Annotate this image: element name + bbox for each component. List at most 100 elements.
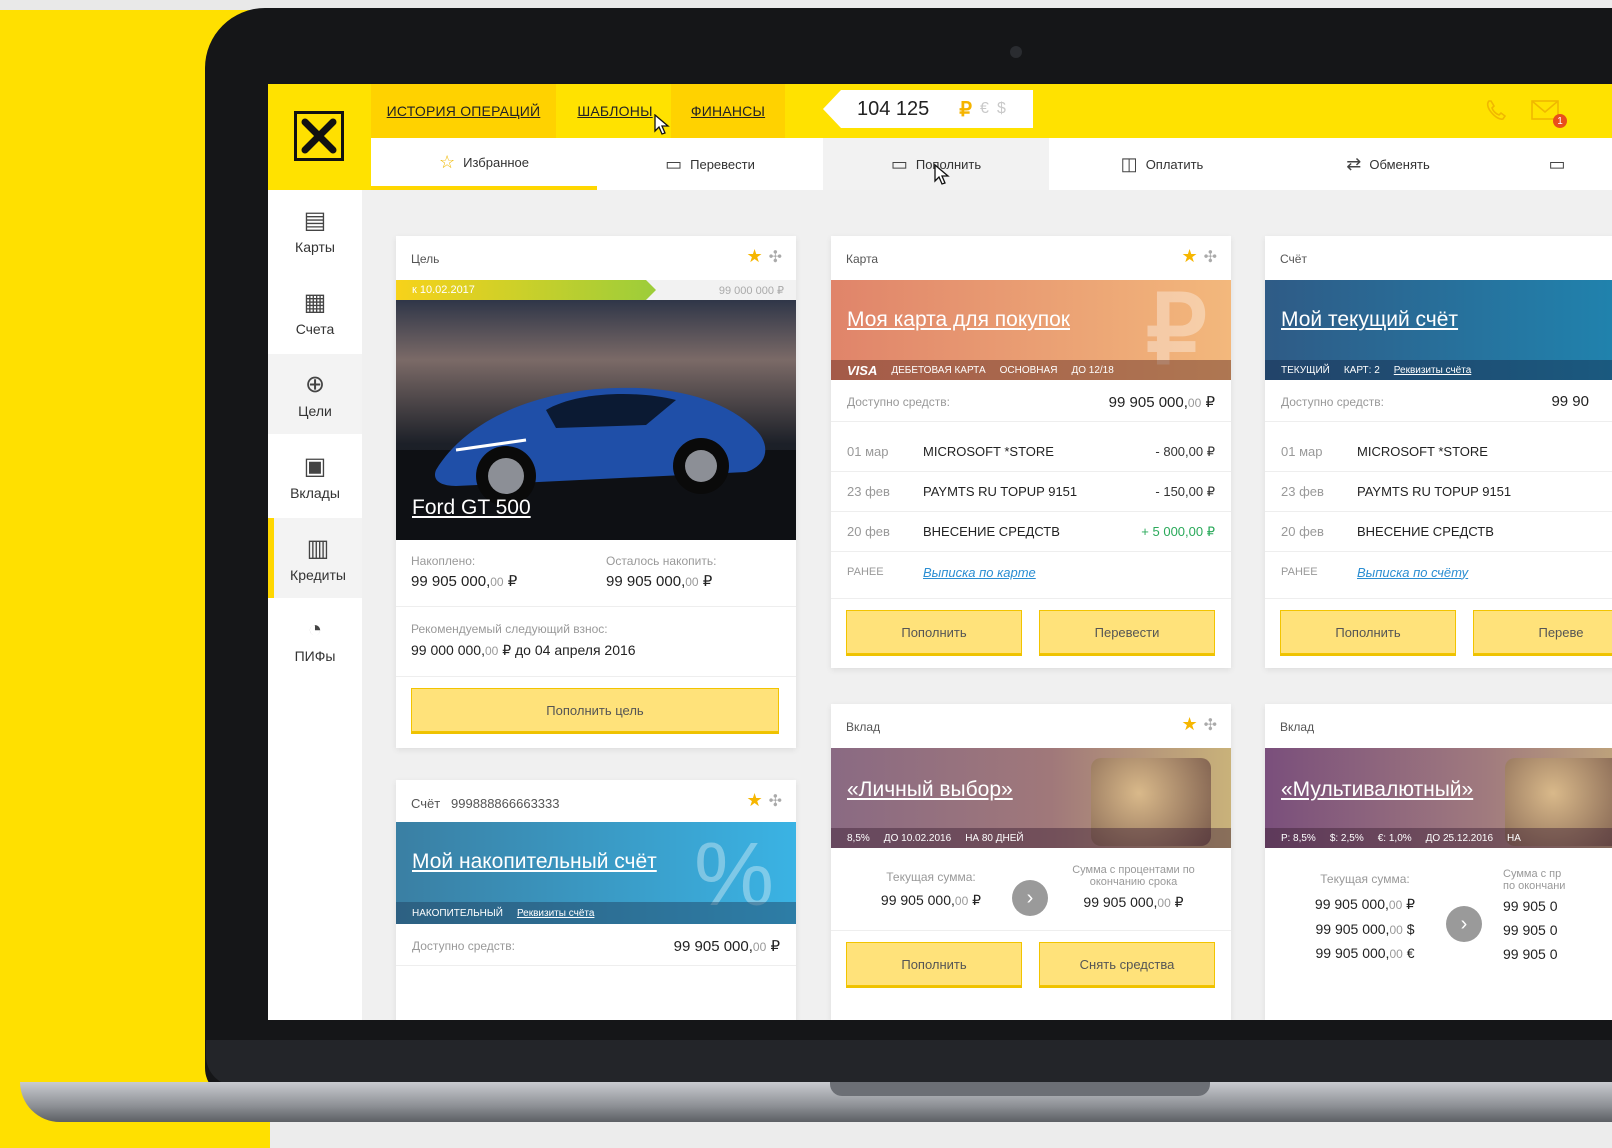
savings-banner[interactable]: % Мой накопительный счёт накопительный Р… <box>396 822 796 924</box>
deposit-banner[interactable]: «Личный выбор» 8,5% ДО 10.02.2016 НА 80 ДН… <box>831 748 1231 848</box>
sidebar-item-deposits[interactable]: ▣ Вклады <box>268 436 362 516</box>
card-tools: ★ ✣ <box>1181 246 1217 267</box>
favorite-star-icon[interactable]: ★ <box>746 246 762 266</box>
transaction-row[interactable]: 23 фев PAYMTS RU TOPUP 9151- 150,00 ₽ <box>831 472 1231 512</box>
requisites-link[interactable]: Реквизиты счёта <box>1394 365 1471 376</box>
card-banner[interactable]: ₽ Моя карта для покупок VISA ДЕБЕТОВАЯ К… <box>831 280 1231 380</box>
transaction-row[interactable]: 01 мар MICROSOFT *STORE <box>1265 432 1612 472</box>
recommended-value: 99 000 000,00 ₽ до 04 апреля 2016 <box>411 642 636 658</box>
card-strip: VISA ДЕБЕТОВАЯ КАРТА ОСНОВНАЯ ДО 12/18 <box>831 360 1231 380</box>
statement-icon: ▭ <box>1548 153 1566 174</box>
goal-target: 99 000 000 ₽ <box>718 285 784 297</box>
cards-icon: ▤ <box>303 206 327 234</box>
requisites-link[interactable]: Реквизиты счёта <box>517 908 594 919</box>
sidebar-item-goals[interactable]: ⊕ Цели <box>268 354 362 434</box>
end-sum-block: Сумма с процентами по окончанию срока 99… <box>1036 860 1231 911</box>
withdraw-button[interactable]: Снять средства <box>1039 942 1215 986</box>
drag-handle-icon[interactable]: ✣ <box>769 793 782 810</box>
account-statement-link[interactable]: Выписка по счёту <box>1357 565 1468 580</box>
goal-progress: к 10.02.2017 99 000 000 ₽ <box>396 280 796 300</box>
transaction-row[interactable]: 23 фев PAYMTS RU TOPUP 9151 <box>1265 472 1612 512</box>
available-label: Доступно средств: <box>1281 394 1384 409</box>
action-more[interactable]: ▭ <box>1501 138 1612 190</box>
favorite-star-icon[interactable]: ★ <box>1181 246 1197 266</box>
saved-label: Накоплено: <box>411 554 476 568</box>
action-pay[interactable]: ◫ Оплатить <box>1049 138 1275 190</box>
drag-handle-icon[interactable]: ✣ <box>1204 717 1217 734</box>
deposit2-banner[interactable]: «Мультивалютный» Р: 8,5% $: 2,5% €: 1,0% ДО… <box>1265 748 1612 848</box>
deposits-icon: ▣ <box>303 452 327 480</box>
tab-history[interactable]: ИСТОРИЯ ОПЕРАЦИЙ <box>371 84 556 138</box>
chevron-right-icon[interactable]: › <box>1446 906 1482 942</box>
transaction-row[interactable]: 20 фев ВНЕСЕНИЕ СРЕДСТВ + 5 000,00 ₽ <box>831 512 1231 552</box>
goal-image[interactable]: Ford GT 500 <box>396 300 796 540</box>
deposit-topup-button[interactable]: Пополнить <box>846 942 1022 986</box>
drag-handle-icon[interactable]: ✣ <box>769 249 782 266</box>
star-icon: ☆ <box>438 151 456 172</box>
phone-icon[interactable] <box>1483 98 1509 130</box>
savings-title[interactable]: Мой накопительный счёт <box>412 850 657 874</box>
statement-row: РАНЕЕ Выписка по карте <box>831 552 1231 592</box>
sidebar-item-accounts[interactable]: ▦ Счета <box>268 272 362 352</box>
current-sum-value: 99 905 000,00 ₽ <box>880 892 982 908</box>
topup-goal-button[interactable]: Пополнить цель <box>411 688 779 732</box>
recommended-block: Рекомендуемый следующий взнос: 99 000 00… <box>411 622 636 659</box>
tab-templates[interactable]: ШАБЛОНЫ <box>561 84 669 138</box>
sidebar-item-label: Счета <box>295 320 335 337</box>
sum-eur: 99 905 000,00 € <box>1315 945 1415 961</box>
current-sum-label: Текущая сумма: <box>886 870 976 884</box>
sidebar-item-funds[interactable]: ◔ ПИФы <box>268 600 362 680</box>
card-title[interactable]: Моя карта для покупок <box>847 308 1070 332</box>
current-title[interactable]: Мой текущий счёт <box>1281 308 1458 332</box>
divider <box>831 930 1231 931</box>
account-transfer-button[interactable]: Переве <box>1473 610 1612 654</box>
bank-card-card: Карта ★ ✣ ₽ Моя карта для покупок VISA ДЕ… <box>831 236 1231 668</box>
card-main: ОСНОВНАЯ <box>999 364 1058 376</box>
currency-rub[interactable]: ₽ <box>959 97 972 122</box>
transaction-row[interactable]: 20 фев ВНЕСЕНИЕ СРЕДСТВ <box>1265 512 1612 552</box>
tab-finance[interactable]: ФИНАНСЫ <box>671 84 785 138</box>
sidebar-item-cards[interactable]: ▤ Карты <box>268 190 362 270</box>
action-favorites[interactable]: ☆ Избранное <box>371 138 597 190</box>
card-kind: ДЕБЕТОВАЯ КАРТА <box>891 364 986 376</box>
current-banner[interactable]: Мой текущий счёт ТЕКУЩИЙ КАРТ: 2 Реквизиты… <box>1265 280 1612 380</box>
accounts-icon: ▦ <box>303 288 327 316</box>
currency-eur[interactable]: € <box>980 100 989 118</box>
card-type: Вклад <box>1280 720 1315 734</box>
current-account-card: Счёт Мой текущий счёт ТЕКУЩИЙ КАРТ: 2 Рекв… <box>1265 236 1612 668</box>
favorite-star-icon[interactable]: ★ <box>1181 714 1197 734</box>
balance-widget[interactable]: 104 125 ₽ € $ <box>823 90 1033 128</box>
sidebar-item-credits[interactable]: ▥ Кредиты <box>268 518 362 598</box>
left-block: Осталось накопить: 99 905 000,00 ₽ <box>606 554 716 590</box>
deposit-card: Вклад ★ ✣ «Личный выбор» 8,5% ДО 10.02.201… <box>831 704 1231 1020</box>
currency-usd[interactable]: $ <box>997 100 1006 118</box>
current-sum-block: Текущая сумма: 99 905 000,00 ₽ 99 905 00… <box>1265 860 1465 961</box>
action-exchange[interactable]: ⇄ Обменять <box>1275 138 1501 190</box>
sidebar-item-label: ПИФы <box>294 648 336 664</box>
sum-usd: 99 905 000,00 $ <box>1315 921 1415 937</box>
card-statement-link[interactable]: Выписка по карте <box>923 565 1036 580</box>
goal-date: к 10.02.2017 <box>412 284 475 296</box>
favorite-star-icon[interactable]: ★ <box>746 790 762 810</box>
card-topup-button[interactable]: Пополнить <box>846 610 1022 654</box>
action-transfer[interactable]: ▭ Перевести <box>597 138 823 190</box>
current-strip: ТЕКУЩИЙ КАРТ: 2 Реквизиты счёта <box>1265 360 1612 380</box>
balance-value: 104 125 <box>857 97 930 120</box>
action-label: Избранное <box>463 154 530 170</box>
goal-title[interactable]: Ford GT 500 <box>412 496 531 520</box>
divider <box>1265 598 1612 599</box>
goals-icon: ⊕ <box>304 370 326 398</box>
card-transfer-button[interactable]: Перевести <box>1039 610 1215 654</box>
sidebar-item-label: Карты <box>295 238 335 255</box>
transaction-row[interactable]: 01 мар MICROSOFT *STORE - 800,00 ₽ <box>831 432 1231 472</box>
deposit2-title[interactable]: «Мультивалютный» <box>1281 778 1473 802</box>
account-topup-button[interactable]: Пополнить <box>1280 610 1456 654</box>
logo-area[interactable] <box>268 84 371 190</box>
mail-badge: 1 <box>1553 114 1567 128</box>
earlier-label: РАНЕЕ <box>847 566 884 578</box>
deposit-title[interactable]: «Личный выбор» <box>847 778 1013 802</box>
deposit2-strip: Р: 8,5% $: 2,5% €: 1,0% ДО 25.12.2016 НА <box>1265 828 1612 848</box>
drag-handle-icon[interactable]: ✣ <box>1204 249 1217 266</box>
end-sum-label: Сумма с процентами по окончанию срока <box>1072 864 1195 888</box>
saved-block: Накоплено: 99 905 000,00 ₽ <box>411 554 517 590</box>
